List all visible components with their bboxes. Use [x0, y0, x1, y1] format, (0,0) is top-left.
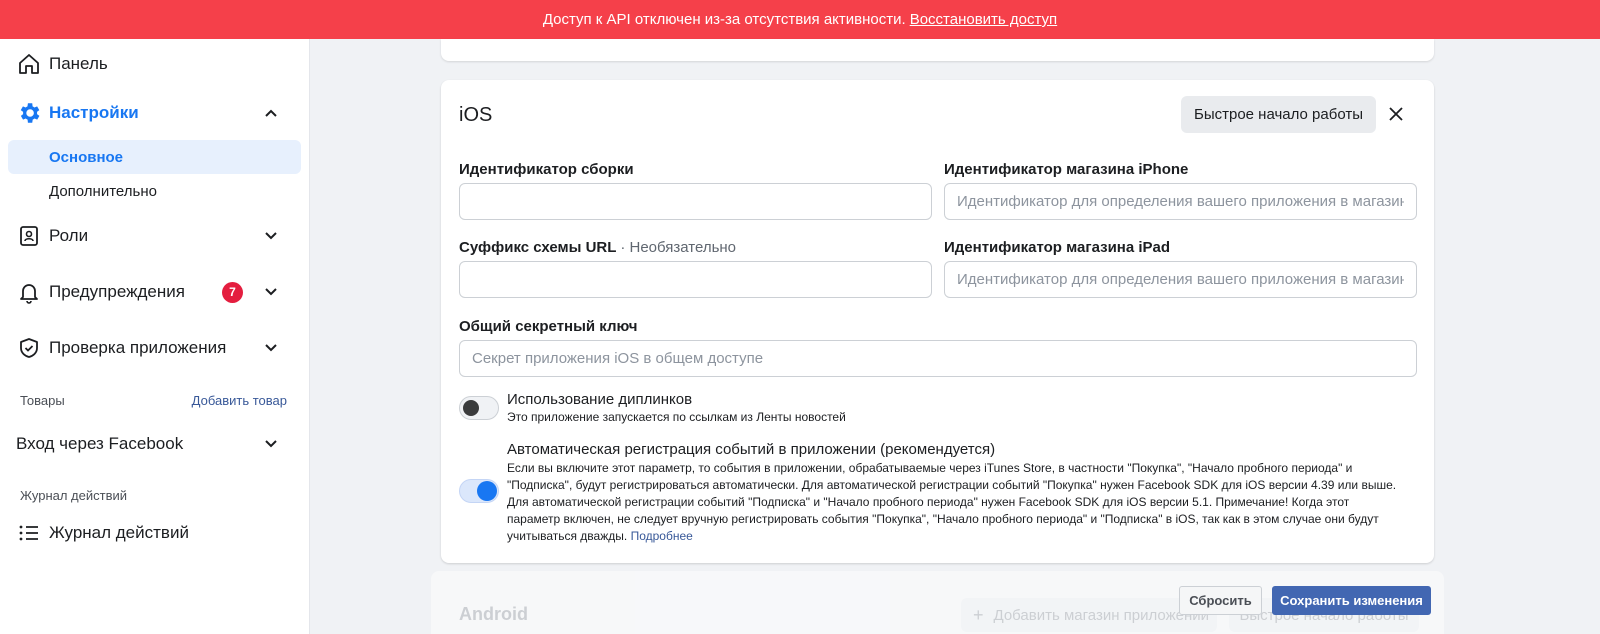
banner-message: Доступ к API отключен из-за отсутствия а… [542, 11, 906, 28]
activity-section-label: Журнал действий [20, 488, 128, 503]
toggle-knob [477, 481, 497, 501]
bundle-id-input[interactable] [459, 183, 932, 220]
description-line: Если вы включите этот параметр, то событ… [507, 461, 1353, 475]
ios-platform-card: iOS Быстрое начало работы Идентификатор … [441, 80, 1434, 563]
sidebar-item-settings[interactable]: Настройки [0, 100, 310, 126]
chevron-up-icon [264, 106, 278, 120]
url-suffix-input[interactable] [459, 261, 932, 298]
bundle-id-label: Идентификатор сборки [459, 161, 634, 178]
chevron-down-icon [264, 437, 278, 451]
list-icon [16, 520, 42, 546]
alerts-count-badge: 7 [222, 281, 243, 303]
ipad-store-id-input[interactable] [944, 261, 1417, 298]
auto-log-events-toggle[interactable] [459, 479, 499, 503]
description-line: "Подписка", будут регистрироваться автом… [507, 478, 1397, 492]
gear-icon [16, 100, 42, 126]
save-changes-button[interactable]: Сохранить изменения [1272, 586, 1431, 615]
add-app-store-label: Добавить магазин приложений [993, 606, 1210, 624]
sidebar-item-label: Панель [49, 54, 108, 73]
android-card-title: Android [459, 604, 528, 624]
sidebar-item-alerts[interactable]: Предупреждения 7 [0, 279, 310, 305]
auto-log-events-title: Автоматическая регистрация событий в при… [507, 441, 996, 458]
chevron-down-icon [264, 341, 278, 355]
description-line: Для автоматической регистрации событий "… [507, 495, 1350, 509]
ios-quick-start-button[interactable]: Быстрое начало работы [1181, 96, 1376, 133]
url-suffix-label: Суффикс схемы URL · Необязательно [459, 239, 736, 256]
sidebar-item-activity-log[interactable]: Журнал действий [0, 520, 310, 546]
sidebar-item-roles[interactable]: Роли [0, 223, 310, 249]
sidebar-subitem-advanced[interactable]: Дополнительно [8, 174, 301, 208]
iphone-store-id-input[interactable] [944, 183, 1417, 220]
chevron-down-icon [264, 229, 278, 243]
plus-icon: + [973, 604, 984, 625]
sidebar-item-label: Настройки [49, 103, 139, 122]
close-icon[interactable] [1386, 104, 1406, 124]
sidebar-item-app-review[interactable]: Проверка приложения [0, 335, 310, 361]
reset-button[interactable]: Сбросить [1179, 586, 1262, 615]
bell-icon [16, 279, 42, 305]
deeplink-toggle[interactable] [459, 396, 499, 420]
shared-secret-input[interactable] [459, 340, 1417, 377]
shared-secret-label: Общий секретный ключ [459, 318, 638, 335]
add-product-link[interactable]: Добавить товар [192, 393, 287, 408]
previous-card [441, 39, 1434, 61]
description-line: учитываться дважды. Подробнее [507, 528, 1417, 545]
auto-log-events-description: Если вы включите этот параметр, то событ… [507, 460, 1417, 545]
restore-access-link[interactable]: Восстановить доступ [910, 11, 1057, 28]
url-suffix-label-text: Суффикс схемы URL [459, 239, 617, 256]
sidebar-item-label: Предупреждения [49, 282, 185, 301]
description-line-text: учитываться дважды. [507, 529, 628, 543]
toggle-knob [463, 400, 479, 416]
learn-more-link[interactable]: Подробнее [631, 529, 693, 543]
sidebar-item-label: Вход через Facebook [16, 434, 184, 453]
description-line: параметр включен, не следует вручную рег… [507, 512, 1379, 526]
sidebar-subitem-basic[interactable]: Основное [8, 140, 301, 174]
home-icon [16, 51, 42, 77]
deeplink-description: Это приложение запускается по ссылкам из… [507, 410, 846, 424]
sidebar-item-label: Журнал действий [49, 523, 189, 542]
products-section-label: Товары [20, 393, 65, 408]
sidebar-item-fb-login[interactable]: Вход через Facebook [0, 431, 310, 457]
sidebar-item-label: Проверка приложения [49, 338, 227, 357]
id-badge-icon [16, 223, 42, 249]
shield-check-icon [16, 335, 42, 361]
iphone-store-id-label: Идентификатор магазина iPhone [944, 161, 1189, 178]
api-disabled-banner: Доступ к API отключен из-за отсутствия а… [0, 0, 1600, 39]
ipad-store-id-label: Идентификатор магазина iPad [944, 239, 1171, 256]
deeplink-title: Использование диплинков [507, 391, 693, 408]
optional-tag: · Необязательно [620, 239, 737, 256]
chevron-down-icon [264, 285, 278, 299]
sidebar-item-label: Роли [49, 226, 89, 245]
ios-card-title: iOS [459, 104, 493, 126]
sidebar: Панель Настройки Основное Дополнительно … [0, 39, 310, 634]
sidebar-item-panel[interactable]: Панель [0, 51, 310, 77]
